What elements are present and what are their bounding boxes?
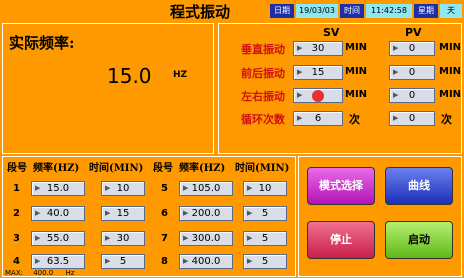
vertical-sv-field[interactable]: ▶ 30 xyxy=(293,41,343,56)
seg-header: 段号 xyxy=(7,163,27,174)
front-back-sv-field[interactable]: ▶ 15 xyxy=(293,65,343,80)
segment-number: 1 xyxy=(13,183,20,194)
unit-min: MIN xyxy=(345,42,368,53)
sv-header: SV xyxy=(323,26,340,39)
mode-select-button[interactable]: 模式选择 xyxy=(307,167,375,205)
front-back-vibration-label: 前后振动 xyxy=(241,67,285,80)
stop-button[interactable]: 停止 xyxy=(307,221,375,259)
frequency-value: 15.0 xyxy=(107,64,152,88)
segment-7-freq-field[interactable]: ▶ 300.0 xyxy=(179,231,233,246)
cycle-sv-field[interactable]: ▶ 6 xyxy=(293,111,343,126)
segment-number: 3 xyxy=(13,233,20,244)
control-panel: 模式选择 曲线 停止 启动 xyxy=(298,156,462,277)
date-label: 日期 xyxy=(270,4,294,18)
time-header: 时间(MIN) xyxy=(89,163,144,174)
segment-6-time-field[interactable]: ▶ 5 xyxy=(243,206,287,221)
vertical-vibration-label: 垂直振动 xyxy=(241,43,285,56)
segment-number: 8 xyxy=(161,256,168,267)
unit-min: MIN xyxy=(345,89,368,100)
unit-min: MIN xyxy=(439,42,462,53)
segment-2-freq-field[interactable]: ▶ 40.0 xyxy=(31,206,85,221)
segment-number: 7 xyxy=(161,233,168,244)
unit-times: 次 xyxy=(349,113,360,126)
unit-min: MIN xyxy=(345,66,368,77)
frequency-unit: HZ xyxy=(173,70,188,80)
time-header: 时间(MIN) xyxy=(235,163,290,174)
segment-1-freq-field[interactable]: ▶ 15.0 xyxy=(31,181,85,196)
segment-4-time-field[interactable]: ▶ 5 xyxy=(101,254,145,269)
seg-header: 段号 xyxy=(153,163,173,174)
segment-5-freq-field[interactable]: ▶ 105.0 xyxy=(179,181,233,196)
segment-number: 5 xyxy=(161,183,168,194)
segment-4-freq-field[interactable]: ▶ 63.5 xyxy=(31,254,85,269)
left-right-sv-field[interactable]: ▶ xyxy=(293,88,343,103)
left-right-vibration-label: 左右振动 xyxy=(241,90,285,103)
segment-7-time-field[interactable]: ▶ 5 xyxy=(243,231,287,246)
segment-8-time-field[interactable]: ▶ 5 xyxy=(243,254,287,269)
week-label: 星期 xyxy=(414,4,438,18)
page-title: 程式振动 xyxy=(170,3,231,21)
max-info: MAX: 400.0 Hz xyxy=(5,269,74,277)
segment-3-time-field[interactable]: ▶ 30 xyxy=(101,231,145,246)
freq-header: 频率(HZ) xyxy=(33,163,80,174)
cycle-count-label: 循环次数 xyxy=(241,113,285,126)
segment-8-freq-field[interactable]: ▶ 400.0 xyxy=(179,254,233,269)
pv-header: PV xyxy=(405,26,422,39)
time-value: 11:42:58 xyxy=(366,4,412,18)
max-unit: Hz xyxy=(65,269,75,277)
date-value: 19/03/03 xyxy=(296,4,338,18)
freq-header: 频率(HZ) xyxy=(179,163,226,174)
segment-1-time-field[interactable]: ▶ 10 xyxy=(101,181,145,196)
time-label: 时间 xyxy=(340,4,364,18)
unit-min: MIN xyxy=(439,66,462,77)
segment-number: 2 xyxy=(13,208,20,219)
segment-3-freq-field[interactable]: ▶ 55.0 xyxy=(31,231,85,246)
start-button[interactable]: 启动 xyxy=(385,221,453,259)
cursor-icon xyxy=(312,90,324,102)
cycle-pv-field: ▶ 0 xyxy=(389,111,435,126)
segment-number: 4 xyxy=(13,256,20,267)
front-back-pv-field: ▶ 0 xyxy=(389,65,435,80)
left-right-pv-field: ▶ 0 xyxy=(389,88,435,103)
vertical-pv-field: ▶ 0 xyxy=(389,41,435,56)
segment-5-time-field[interactable]: ▶ 10 xyxy=(243,181,287,196)
segment-2-time-field[interactable]: ▶ 15 xyxy=(101,206,145,221)
week-value: 天 xyxy=(440,4,462,18)
max-value: 400.0 xyxy=(33,269,54,277)
unit-times: 次 xyxy=(441,113,452,126)
curve-button[interactable]: 曲线 xyxy=(385,167,453,205)
arrow-icon: ▶ xyxy=(297,91,303,99)
segment-panel: 段号 频率(HZ) 时间(MIN) 段号 频率(HZ) 时间(MIN) 1 ▶ 1… xyxy=(2,156,296,277)
max-label: MAX: xyxy=(5,269,23,277)
frequency-panel: 实际频率: 15.0 HZ xyxy=(2,23,214,154)
vibration-panel: SV PV 垂直振动 ▶ 30 MIN ▶ 0 MIN 前后振动 ▶ 15 MIN ▶… xyxy=(218,23,462,154)
segment-number: 6 xyxy=(161,208,168,219)
segment-6-freq-field[interactable]: ▶ 200.0 xyxy=(179,206,233,221)
unit-min: MIN xyxy=(439,89,462,100)
frequency-label: 实际频率: xyxy=(9,34,75,52)
